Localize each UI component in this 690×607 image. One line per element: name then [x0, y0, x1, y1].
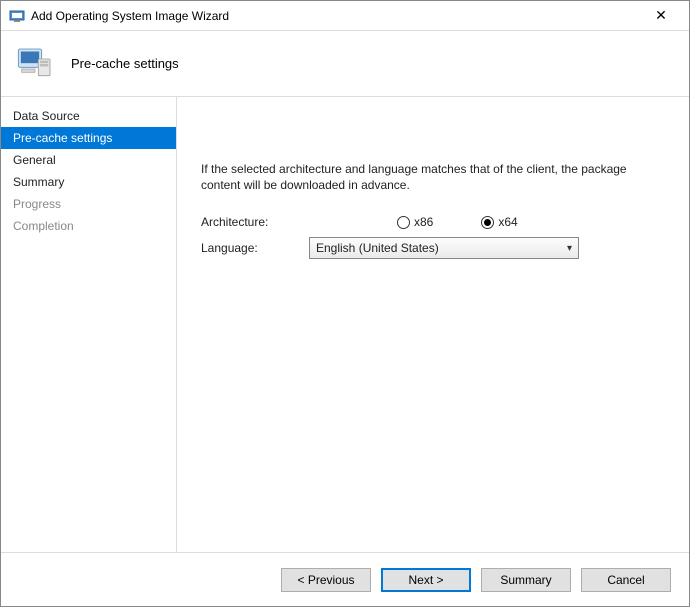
language-label: Language: — [201, 241, 309, 255]
chevron-down-icon: ▾ — [567, 243, 572, 254]
radio-x64[interactable]: x64 — [481, 215, 517, 229]
computer-icon — [15, 44, 55, 84]
architecture-radio-group: x86 x64 — [397, 215, 518, 229]
window-title: Add Operating System Image Wizard — [31, 9, 641, 23]
previous-button[interactable]: < Previous — [281, 568, 371, 592]
close-button[interactable]: ✕ — [641, 2, 681, 30]
select-value: English (United States) — [316, 241, 439, 255]
architecture-row: Architecture: x86 x64 — [201, 215, 665, 229]
sidebar-item-label: General — [13, 153, 56, 167]
close-icon: ✕ — [655, 7, 667, 24]
sidebar-item-label: Data Source — [13, 109, 80, 123]
architecture-label: Architecture: — [201, 215, 309, 229]
sidebar-item-completion: Completion — [1, 215, 176, 237]
wizard-sidebar: Data Source Pre-cache settings General S… — [1, 97, 177, 552]
sidebar-item-label: Pre-cache settings — [13, 131, 112, 145]
language-row: Language: English (United States) ▾ — [201, 237, 665, 259]
wizard-window: Add Operating System Image Wizard ✕ Pre-… — [0, 0, 690, 607]
sidebar-item-progress: Progress — [1, 193, 176, 215]
radio-x86[interactable]: x86 — [397, 215, 433, 229]
titlebar: Add Operating System Image Wizard ✕ — [1, 1, 689, 31]
radio-icon — [481, 216, 494, 229]
step-title: Pre-cache settings — [71, 56, 179, 71]
button-label: Cancel — [607, 573, 644, 587]
language-select[interactable]: English (United States) ▾ — [309, 237, 579, 259]
button-label: Summary — [500, 573, 551, 587]
sidebar-item-general[interactable]: General — [1, 149, 176, 171]
app-icon — [9, 8, 25, 24]
wizard-footer: < Previous Next > Summary Cancel — [1, 552, 689, 606]
sidebar-item-pre-cache-settings[interactable]: Pre-cache settings — [1, 127, 176, 149]
description-text: If the selected architecture and languag… — [201, 161, 665, 193]
wizard-content: If the selected architecture and languag… — [177, 97, 689, 552]
summary-button[interactable]: Summary — [481, 568, 571, 592]
radio-label: x86 — [414, 215, 433, 229]
radio-label: x64 — [498, 215, 517, 229]
sidebar-item-summary[interactable]: Summary — [1, 171, 176, 193]
radio-icon — [397, 216, 410, 229]
button-label: Next > — [408, 573, 443, 587]
button-label: < Previous — [297, 573, 354, 587]
sidebar-item-data-source[interactable]: Data Source — [1, 105, 176, 127]
wizard-header: Pre-cache settings — [1, 31, 689, 97]
sidebar-item-label: Progress — [13, 197, 61, 211]
cancel-button[interactable]: Cancel — [581, 568, 671, 592]
radio-dot-icon — [484, 219, 491, 226]
wizard-body: Data Source Pre-cache settings General S… — [1, 97, 689, 552]
sidebar-item-label: Summary — [13, 175, 64, 189]
sidebar-item-label: Completion — [13, 219, 74, 233]
next-button[interactable]: Next > — [381, 568, 471, 592]
